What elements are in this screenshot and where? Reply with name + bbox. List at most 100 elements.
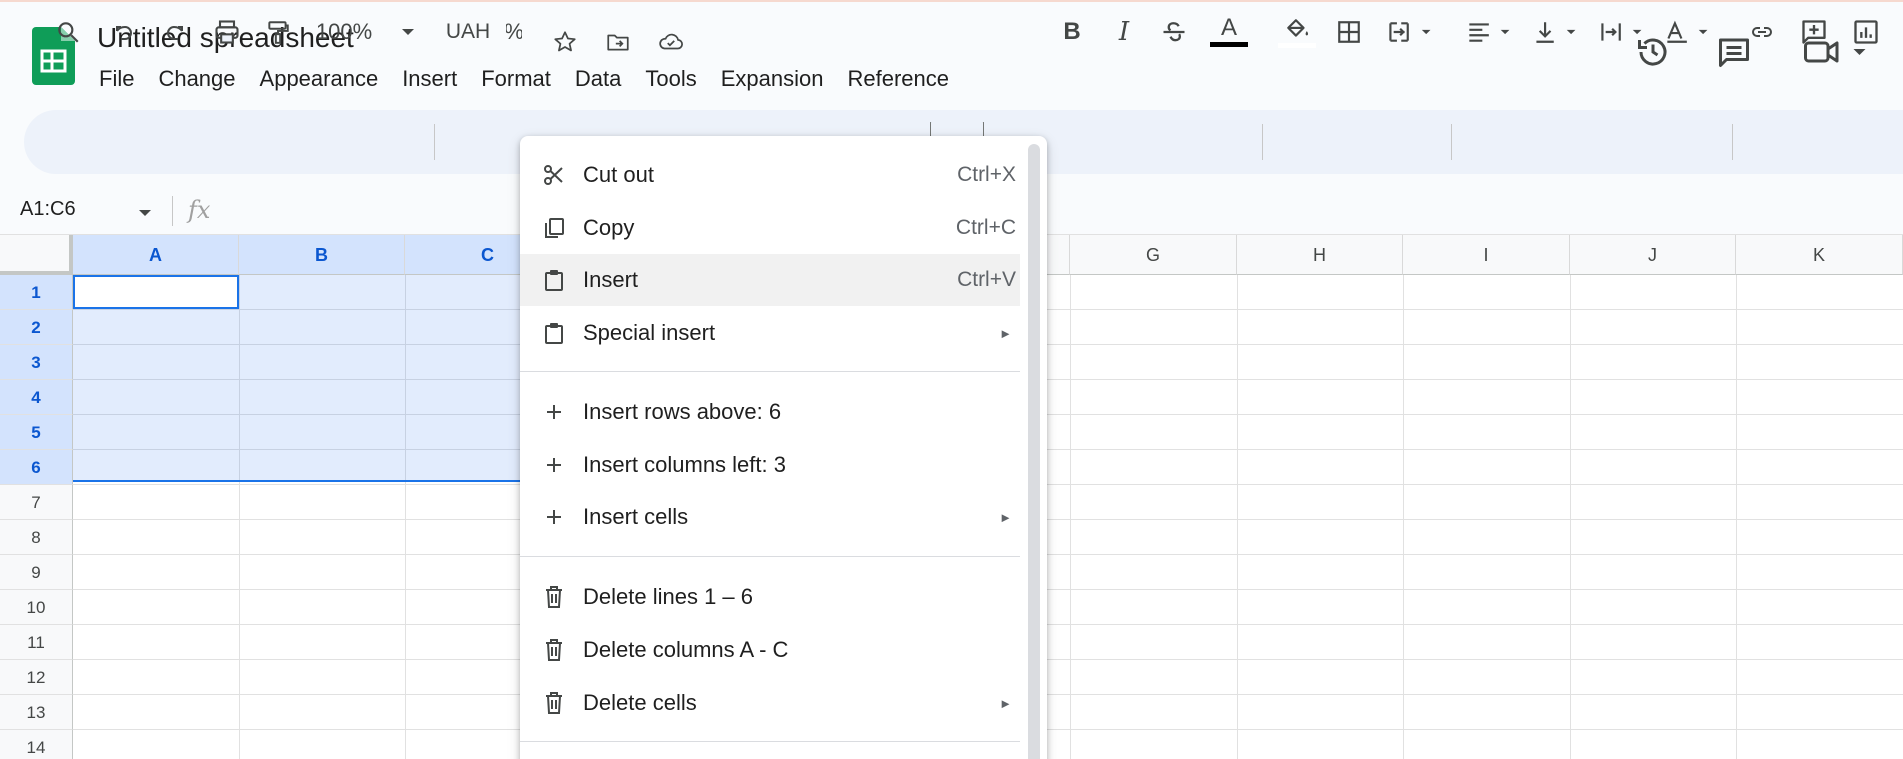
clipboard-icon xyxy=(542,268,566,292)
grid-line xyxy=(1736,275,1737,759)
row-header-11[interactable]: 11 xyxy=(0,625,73,660)
toolbar-divider xyxy=(1451,124,1452,160)
row-header-13[interactable]: 13 xyxy=(0,695,73,730)
menu-item-insert-cells[interactable]: Insert cells ► xyxy=(520,491,1020,543)
borders-icon[interactable] xyxy=(1332,14,1366,50)
fx-icon: fx xyxy=(188,196,211,224)
zoom-dropdown-icon[interactable] xyxy=(396,14,420,50)
name-box-dropdown-icon[interactable] xyxy=(138,205,152,223)
menu-item-label: Insert xyxy=(583,267,639,292)
submenu-arrow-icon: ► xyxy=(999,325,1012,341)
menu-item-special-insert[interactable]: Special insert ► xyxy=(520,307,1020,359)
fill-color-icon[interactable] xyxy=(1276,14,1318,50)
font-size-input[interactable] xyxy=(927,122,987,136)
menu-insert[interactable]: Insert xyxy=(390,64,469,94)
copy-icon xyxy=(542,216,566,240)
column-header-b[interactable]: B xyxy=(239,235,405,275)
paint-format-icon[interactable] xyxy=(262,14,294,50)
star-icon[interactable] xyxy=(550,27,580,57)
percent-format-button[interactable]: % xyxy=(506,14,522,50)
menu-item-copy[interactable]: Copy Ctrl+C xyxy=(520,202,1020,254)
grid-line xyxy=(1237,275,1238,759)
toolbar-divider xyxy=(1732,124,1733,160)
grid-line xyxy=(1070,275,1071,759)
menu-file[interactable]: File xyxy=(87,64,146,94)
menu-item-label: Special insert xyxy=(583,320,716,345)
submenu-arrow-icon: ► xyxy=(999,695,1012,711)
menu-divider xyxy=(520,371,1020,372)
row-header-14[interactable]: 14 xyxy=(0,730,73,759)
menu-item-delete-cells[interactable]: Delete cells ► xyxy=(520,677,1020,729)
menu-expansion[interactable]: Expansion xyxy=(709,64,836,94)
menu-item-cut[interactable]: Cut out Ctrl+X xyxy=(520,149,1020,201)
search-menus-icon[interactable] xyxy=(52,14,84,50)
column-header-g[interactable]: G xyxy=(1070,235,1237,275)
menu-item-label: Insert rows above: 6 xyxy=(583,399,782,424)
bold-icon[interactable]: B xyxy=(1054,14,1090,50)
row-header-8[interactable]: 8 xyxy=(0,520,73,555)
row-header-2[interactable]: 2 xyxy=(0,310,73,345)
menu-bar: File Change Appearance Insert Format Dat… xyxy=(87,64,961,94)
zoom-select[interactable]: 100% xyxy=(314,14,374,50)
column-header-h[interactable]: H xyxy=(1237,235,1403,275)
cloud-saved-icon[interactable] xyxy=(656,27,686,57)
menu-change[interactable]: Change xyxy=(146,64,247,94)
text-wrapping-icon[interactable] xyxy=(1594,14,1652,50)
menu-item-insert-rows[interactable]: Insert rows above: 6 xyxy=(520,386,1020,438)
insert-chart-icon[interactable] xyxy=(1848,14,1884,50)
text-rotation-icon[interactable] xyxy=(1660,14,1718,50)
redo-icon[interactable] xyxy=(159,14,191,50)
column-header-a[interactable]: A xyxy=(73,235,239,275)
move-folder-icon[interactable] xyxy=(603,27,633,57)
text-color-icon[interactable]: A xyxy=(1208,14,1250,50)
menu-tools[interactable]: Tools xyxy=(633,64,708,94)
menu-reference[interactable]: Reference xyxy=(836,64,962,94)
menu-format[interactable]: Format xyxy=(469,64,563,94)
scissors-icon xyxy=(542,163,566,187)
row-header-12[interactable]: 12 xyxy=(0,660,73,695)
insert-link-icon[interactable] xyxy=(1744,14,1780,50)
row-header-3[interactable]: 3 xyxy=(0,345,73,380)
zoom-value: 100% xyxy=(315,19,373,44)
menu-item-label: Delete cells xyxy=(583,690,697,715)
select-all-corner[interactable] xyxy=(0,235,73,275)
undo-icon[interactable] xyxy=(108,14,140,50)
context-menu-scrollbar[interactable] xyxy=(1028,144,1040,759)
context-menu: Cut out Ctrl+X Copy Ctrl+C Insert Ctrl+V… xyxy=(520,136,1047,759)
menu-item-delete-rows[interactable]: Delete lines 1 – 6 xyxy=(520,571,1020,623)
percent-label: % xyxy=(506,19,522,45)
horizontal-align-icon[interactable] xyxy=(1462,14,1520,50)
menu-item-delete-columns[interactable]: Delete columns A - C xyxy=(520,624,1020,676)
menu-item-label: Copy xyxy=(583,215,635,240)
menu-appearance[interactable]: Appearance xyxy=(248,64,391,94)
italic-icon[interactable]: I xyxy=(1106,14,1142,50)
row-header-9[interactable]: 9 xyxy=(0,555,73,590)
active-cell-a1[interactable] xyxy=(73,275,239,309)
menu-item-shortcut: Ctrl+C xyxy=(955,216,1016,239)
currency-format-button[interactable]: UAH xyxy=(444,14,492,50)
strikethrough-icon[interactable] xyxy=(1156,14,1192,50)
print-icon[interactable] xyxy=(210,14,244,50)
merge-cells-icon[interactable] xyxy=(1384,14,1438,50)
trash-icon xyxy=(542,638,566,662)
menu-item-insert-columns[interactable]: Insert columns left: 3 xyxy=(520,439,1020,491)
row-header-4[interactable]: 4 xyxy=(0,380,73,415)
name-box[interactable]: A1:C6 xyxy=(20,198,76,221)
column-header-k[interactable]: K xyxy=(1736,235,1903,275)
insert-comment-icon[interactable] xyxy=(1796,14,1832,50)
menu-data[interactable]: Data xyxy=(563,64,633,94)
menu-item-paste[interactable]: Insert Ctrl+V xyxy=(520,254,1020,306)
vertical-align-icon[interactable] xyxy=(1528,14,1586,50)
column-header-j[interactable]: J xyxy=(1570,235,1736,275)
menu-item-label: Delete columns A - C xyxy=(583,637,789,662)
row-header-5[interactable]: 5 xyxy=(0,415,73,450)
row-header-7[interactable]: 7 xyxy=(0,485,73,520)
menu-item-label: Insert columns left: 3 xyxy=(583,452,786,477)
row-header-6[interactable]: 6 xyxy=(0,450,73,485)
row-header-10[interactable]: 10 xyxy=(0,590,73,625)
trash-icon xyxy=(542,585,566,609)
grid-line xyxy=(1403,275,1404,759)
toolbar-divider xyxy=(434,124,435,160)
row-header-1[interactable]: 1 xyxy=(0,275,73,310)
column-header-i[interactable]: I xyxy=(1403,235,1570,275)
